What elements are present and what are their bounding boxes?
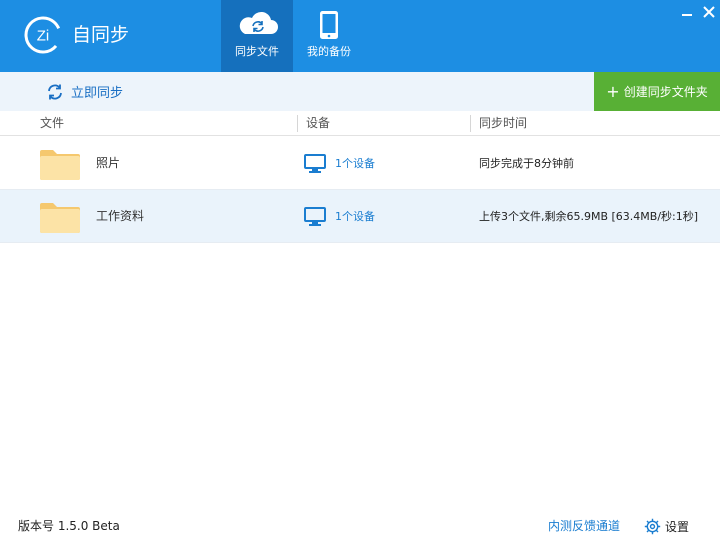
column-divider[interactable] [297, 115, 298, 132]
refresh-icon [48, 84, 62, 99]
create-sync-folder-button[interactable]: + 创建同步文件夹 [594, 72, 720, 111]
monitor-icon [304, 207, 326, 226]
gear-icon [644, 518, 661, 534]
settings-label: 设置 [665, 519, 690, 534]
minimize-icon[interactable] [678, 4, 696, 20]
monitor-icon [304, 154, 326, 173]
plus-icon: + [606, 81, 620, 101]
folder-name: 照片 [96, 156, 121, 170]
table-header: 文件 设备 同步时间 [0, 111, 720, 136]
create-sync-folder-label: 创建同步文件夹 [623, 85, 708, 99]
table-row[interactable]: 照片 1个设备 同步完成于8分钟前 [0, 137, 720, 190]
close-icon[interactable] [700, 4, 718, 20]
tab-sync-files-label: 同步文件 [235, 45, 279, 58]
column-divider[interactable] [470, 115, 471, 132]
sync-now-label: 立即同步 [71, 86, 124, 101]
tab-sync-files[interactable]: 同步文件 [221, 0, 293, 72]
folder-name: 工作资料 [96, 209, 145, 223]
app-title: 自同步 [72, 24, 130, 46]
device-count-link[interactable]: 1个设备 [335, 190, 375, 243]
sync-now-button[interactable]: 立即同步 [45, 72, 123, 111]
column-header-sync-time[interactable]: 同步时间 [479, 111, 527, 136]
app-logo: Zi [24, 16, 62, 54]
status-bar: 版本号 1.5.0 Beta 内测反馈通道 设置 [0, 512, 720, 540]
column-header-file[interactable]: 文件 [40, 111, 64, 136]
folder-icon [40, 150, 80, 180]
sync-status: 上传3个文件,剩余65.9MB [63.4MB/秒:1秒] [479, 210, 699, 223]
column-header-device[interactable]: 设备 [306, 111, 330, 136]
cloud-sync-icon [239, 11, 278, 34]
tab-my-backup[interactable]: 我的备份 [293, 0, 365, 72]
settings-button[interactable]: 设置 [644, 512, 689, 540]
title-bar: Zi 自同步 同步文件 我的备份 [0, 0, 720, 72]
table-row[interactable]: 工作资料 1个设备 上传3个文件,剩余65.9MB [63.4MB/秒:1秒] [0, 190, 720, 243]
feedback-link[interactable]: 内测反馈通道 [548, 512, 620, 540]
version-label: 版本号 1.5.0 Beta [18, 519, 120, 533]
logo-text: Zi [37, 28, 50, 45]
folder-icon [40, 203, 80, 233]
tab-my-backup-label: 我的备份 [307, 45, 351, 58]
device-count-link[interactable]: 1个设备 [335, 137, 375, 190]
phone-icon [320, 11, 338, 39]
sync-status: 同步完成于8分钟前 [479, 157, 574, 170]
